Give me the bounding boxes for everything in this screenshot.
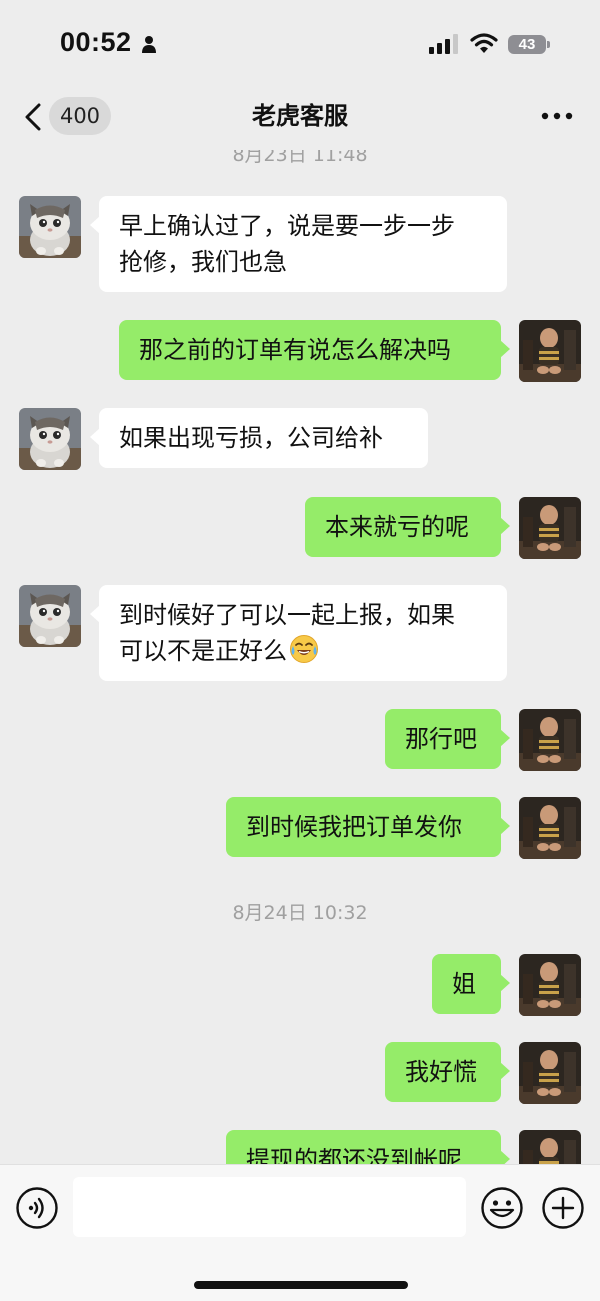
message-text: 我好慌	[405, 1058, 477, 1086]
contact-avatar[interactable]	[19, 196, 81, 258]
self-avatar[interactable]	[519, 797, 581, 859]
message-bubble-sent[interactable]: 到时候我把订单发你	[226, 797, 510, 857]
message-text: 早上确认过了，说是要一步一步	[119, 212, 455, 240]
plus-icon[interactable]	[541, 1186, 585, 1230]
baby-avatar-image	[519, 1042, 581, 1104]
message-text: 那行吧	[405, 725, 477, 753]
status-bar: 00:52 43	[0, 0, 600, 92]
message-input[interactable]	[73, 1177, 466, 1237]
message-text: 到时候我把订单发你	[246, 813, 462, 841]
baby-avatar-image	[519, 320, 581, 382]
baby-avatar-image	[519, 797, 581, 859]
message-bubble-sent[interactable]: 本来就亏的呢	[305, 497, 510, 557]
emoji-icon[interactable]	[480, 1186, 524, 1230]
timestamp: 8月24日 10:32	[232, 902, 368, 924]
voice-icon[interactable]	[15, 1186, 59, 1230]
input-bar	[0, 1164, 600, 1301]
message-text: 本来就亏的呢	[325, 513, 469, 541]
self-avatar[interactable]	[519, 497, 581, 559]
message-bubble-sent[interactable]: 那之前的订单有说怎么解决吗	[119, 320, 510, 380]
message-bubble-received[interactable]: 如果出现亏损，公司给补	[90, 408, 428, 468]
self-avatar[interactable]	[519, 320, 581, 382]
baby-avatar-image	[519, 1130, 581, 1164]
face-with-tears-of-joy-icon	[290, 635, 318, 663]
message-bubble-received[interactable]: 早上确认过了，说是要一步一步 抢修，我们也急	[90, 196, 507, 292]
battery-level: 43	[518, 36, 536, 53]
message-bubble-sent[interactable]: 姐	[432, 954, 510, 1014]
contact-avatar[interactable]	[19, 585, 81, 647]
cat-avatar-image	[19, 585, 81, 647]
chat-area[interactable]: 8月23日 11:48 早上确认过了，说是要一步一步 抢修，我们也急 那之前的订…	[0, 150, 600, 1164]
message-text: 可以不是正好么	[119, 637, 287, 665]
battery-indicator: 43	[508, 35, 546, 54]
nav-bar: 400 老虎客服	[0, 92, 600, 148]
message-text: 到时候好了可以一起上报，如果	[119, 601, 455, 629]
self-avatar[interactable]	[519, 954, 581, 1016]
baby-avatar-image	[519, 497, 581, 559]
chat-title: 老虎客服	[252, 102, 348, 130]
home-indicator[interactable]	[194, 1281, 408, 1289]
message-text: 那之前的订单有说怎么解决吗	[139, 336, 451, 364]
signal-icon	[429, 34, 458, 54]
self-avatar[interactable]	[519, 1042, 581, 1104]
self-avatar[interactable]	[519, 1130, 581, 1164]
message-text: 提现的都还没到帐呢	[246, 1146, 462, 1164]
message-bubble-sent[interactable]: 提现的都还没到帐呢	[226, 1130, 510, 1164]
more-options-icon[interactable]	[540, 111, 574, 121]
message-text: 抢修，我们也急	[119, 248, 287, 276]
baby-avatar-image	[519, 709, 581, 771]
wifi-icon	[470, 33, 498, 53]
timestamp: 8月23日 11:48	[232, 150, 368, 166]
cat-avatar-image	[19, 408, 81, 470]
status-time: 00:52	[60, 27, 132, 57]
battery-cap	[547, 41, 550, 48]
message-bubble-received[interactable]: 到时候好了可以一起上报，如果 可以不是正好么	[90, 585, 507, 681]
message-bubble-sent[interactable]: 那行吧	[385, 709, 510, 769]
contact-avatar[interactable]	[19, 408, 81, 470]
cat-avatar-image	[19, 196, 81, 258]
message-text: 如果出现亏损，公司给补	[119, 424, 383, 452]
message-bubble-sent[interactable]: 我好慌	[385, 1042, 510, 1102]
person-icon	[142, 36, 156, 53]
message-text: 姐	[452, 970, 476, 998]
baby-avatar-image	[519, 954, 581, 1016]
self-avatar[interactable]	[519, 709, 581, 771]
